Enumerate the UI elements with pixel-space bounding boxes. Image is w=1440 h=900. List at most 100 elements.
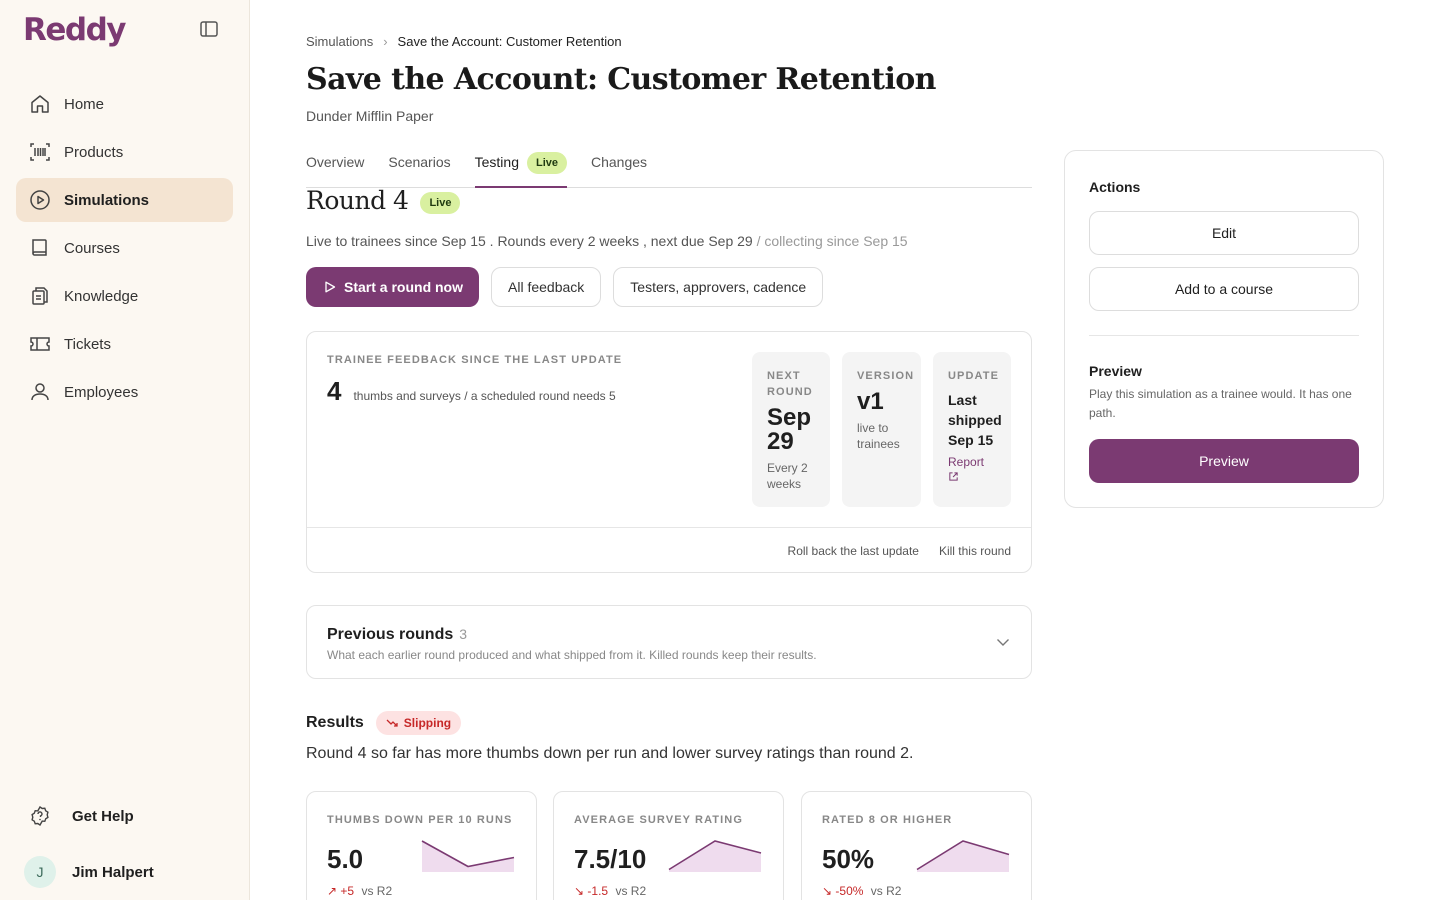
feedback-footer: Roll back the last update Kill this roun… [307,527,1031,573]
sidebar-item-label: Employees [64,383,139,401]
feedback-label: Trainee feedback since the last update [327,354,623,366]
sidebar-item-label: Simulations [64,191,150,209]
rollback-link[interactable]: Roll back the last update [788,544,919,558]
user-name: Jim Halpert [72,863,154,881]
sidebar-item-simulations[interactable]: Simulations [16,178,233,222]
book-icon [32,239,47,256]
add-to-course-button[interactable]: Add to a course [1089,267,1359,311]
sidebar-item-label: Home [64,95,105,113]
sidebar-item-tickets[interactable]: Tickets [16,322,233,366]
trend-down-icon [386,719,398,727]
actions-title: Actions [1089,179,1141,195]
metric-card-survey-rating: Average survey rating 7.5/10 ↘ -1.5 vs R… [553,791,784,900]
round-actions: Start a round now All feedback Testers, … [306,267,835,307]
sidebar-item-products[interactable]: Products [16,130,233,174]
app-logo[interactable]: Reddy [23,12,126,48]
tab-changes[interactable]: Changes [591,148,647,188]
testers-settings-button[interactable]: Testers, approvers, cadence [613,267,824,307]
chevron-down-icon [997,639,1009,646]
sidebar-item-knowledge[interactable]: Knowledge [16,274,233,318]
sidebar-item-label: Tickets [64,335,111,353]
metric-delta: ↗ +5 vs R2 [327,884,393,898]
sidebar: Reddy Home Products Simulations Courses … [0,0,250,900]
tab-scenarios[interactable]: Scenarios [388,148,450,188]
sidebar-item-label: Products [64,143,124,161]
sparkline [421,840,515,872]
next-round-label: Next round [767,370,813,398]
metric-delta: ↘ -1.5 vs R2 [574,884,647,898]
barcode-icon [30,143,50,161]
user-icon [31,383,49,401]
sparkline-area [917,841,1009,872]
actions-panel: Actions Edit Add to a course Preview Pla… [1064,150,1384,508]
sidebar-item-courses[interactable]: Courses [16,226,233,270]
page-title: Save the Account: Customer Retention [306,62,936,97]
metric-card-rated-8-plus: Rated 8 or higher 50% ↘ -50% vs R2 [801,791,1032,900]
round-info: Live to trainees since Sep 15 . Rounds e… [306,233,908,249]
feedback-count-desc: thumbs and surveys / a scheduled round n… [353,389,616,403]
chevron-right-icon: › [383,34,388,49]
kill-round-link[interactable]: Kill this round [939,544,1011,558]
tab-testing[interactable]: Testing Live [474,148,567,188]
metric-value: 7.5/10 [574,844,647,874]
sidebar-toggle-icon[interactable] [199,19,219,39]
sidebar-item-home[interactable]: Home [16,82,233,126]
get-help-label: Get Help [72,807,134,825]
update-stat: Update Last shipped Sep 15 Report [933,352,1011,507]
previous-rounds-count: 3 [459,626,468,642]
live-badge: Live [526,152,567,174]
external-link-icon [949,472,958,481]
previous-rounds-desc: What each earlier round produced and wha… [327,648,817,662]
round-collecting-text: / collecting since Sep 15 [756,233,908,249]
sparkline [916,840,1010,872]
report-link[interactable]: Report [948,454,996,486]
next-round-cadence: Every 2 weeks [767,461,808,491]
get-help-link[interactable]: Get Help [28,804,134,828]
round-header: Round 4 Live [306,186,461,215]
tab-bar: Overview Scenarios Testing Live Changes [306,148,1032,188]
metric-card-thumbs-down: Thumbs down per 10 runs 5.0 ↗ +5 vs R2 [306,791,537,900]
results-header: Results Slipping [306,711,462,735]
previous-rounds-accordion[interactable]: Previous rounds 3 What each earlier round… [306,605,1032,679]
preview-desc: Play this simulation as a trainee would.… [1089,387,1352,420]
sparkline-area [422,841,514,872]
version-stat: Version v1 live to trainees [842,352,921,507]
metric-label: Thumbs down per 10 runs [327,814,513,826]
divider [1089,335,1359,336]
feedback-count: 4 thumbs and surveys / a scheduled round… [327,376,616,407]
breadcrumb: Simulations › Save the Account: Customer… [306,34,622,49]
avatar: J [24,856,56,888]
documents-icon [32,287,48,305]
help-icon [31,805,49,827]
feedback-count-value: 4 [327,376,342,406]
tab-label: Testing [474,154,519,170]
tab-overview[interactable]: Overview [306,148,364,188]
next-round-stat: Next round Sep 29 Every 2 weeks [752,352,830,507]
breadcrumb-parent-link[interactable]: Simulations [306,34,373,49]
tab-label: Overview [306,154,365,170]
round-schedule-text: Live to trainees since Sep 15 . Rounds e… [306,233,753,249]
start-round-label: Start a round now [344,279,463,295]
page-subtitle: Dunder Mifflin Paper [306,108,434,124]
play-circle-icon [30,190,50,210]
metric-delta: ↘ -50% vs R2 [822,884,902,898]
live-badge: Live [420,191,461,214]
version-desc: live to trainees [857,421,900,451]
preview-button[interactable]: Preview [1089,439,1359,483]
sidebar-item-employees[interactable]: Employees [16,370,233,414]
version-label: Version [857,370,915,382]
user-menu[interactable]: J Jim Halpert [24,856,154,888]
previous-rounds-title: Previous rounds 3 [327,626,468,643]
play-icon [325,281,336,293]
metric-value: 50% [822,844,875,874]
edit-button[interactable]: Edit [1089,211,1359,255]
next-round-date: Sep 29 [767,404,812,455]
sidebar-item-label: Knowledge [64,287,139,305]
tab-label: Changes [591,154,648,170]
all-feedback-button[interactable]: All feedback [491,267,602,307]
start-round-button[interactable]: Start a round now [306,267,479,307]
sparkline-area [669,841,761,872]
metric-value: 5.0 [327,844,364,874]
sidebar-nav: Home Products Simulations Courses Knowle… [16,82,233,418]
feedback-card: Trainee feedback since the last update 4… [306,331,1032,573]
